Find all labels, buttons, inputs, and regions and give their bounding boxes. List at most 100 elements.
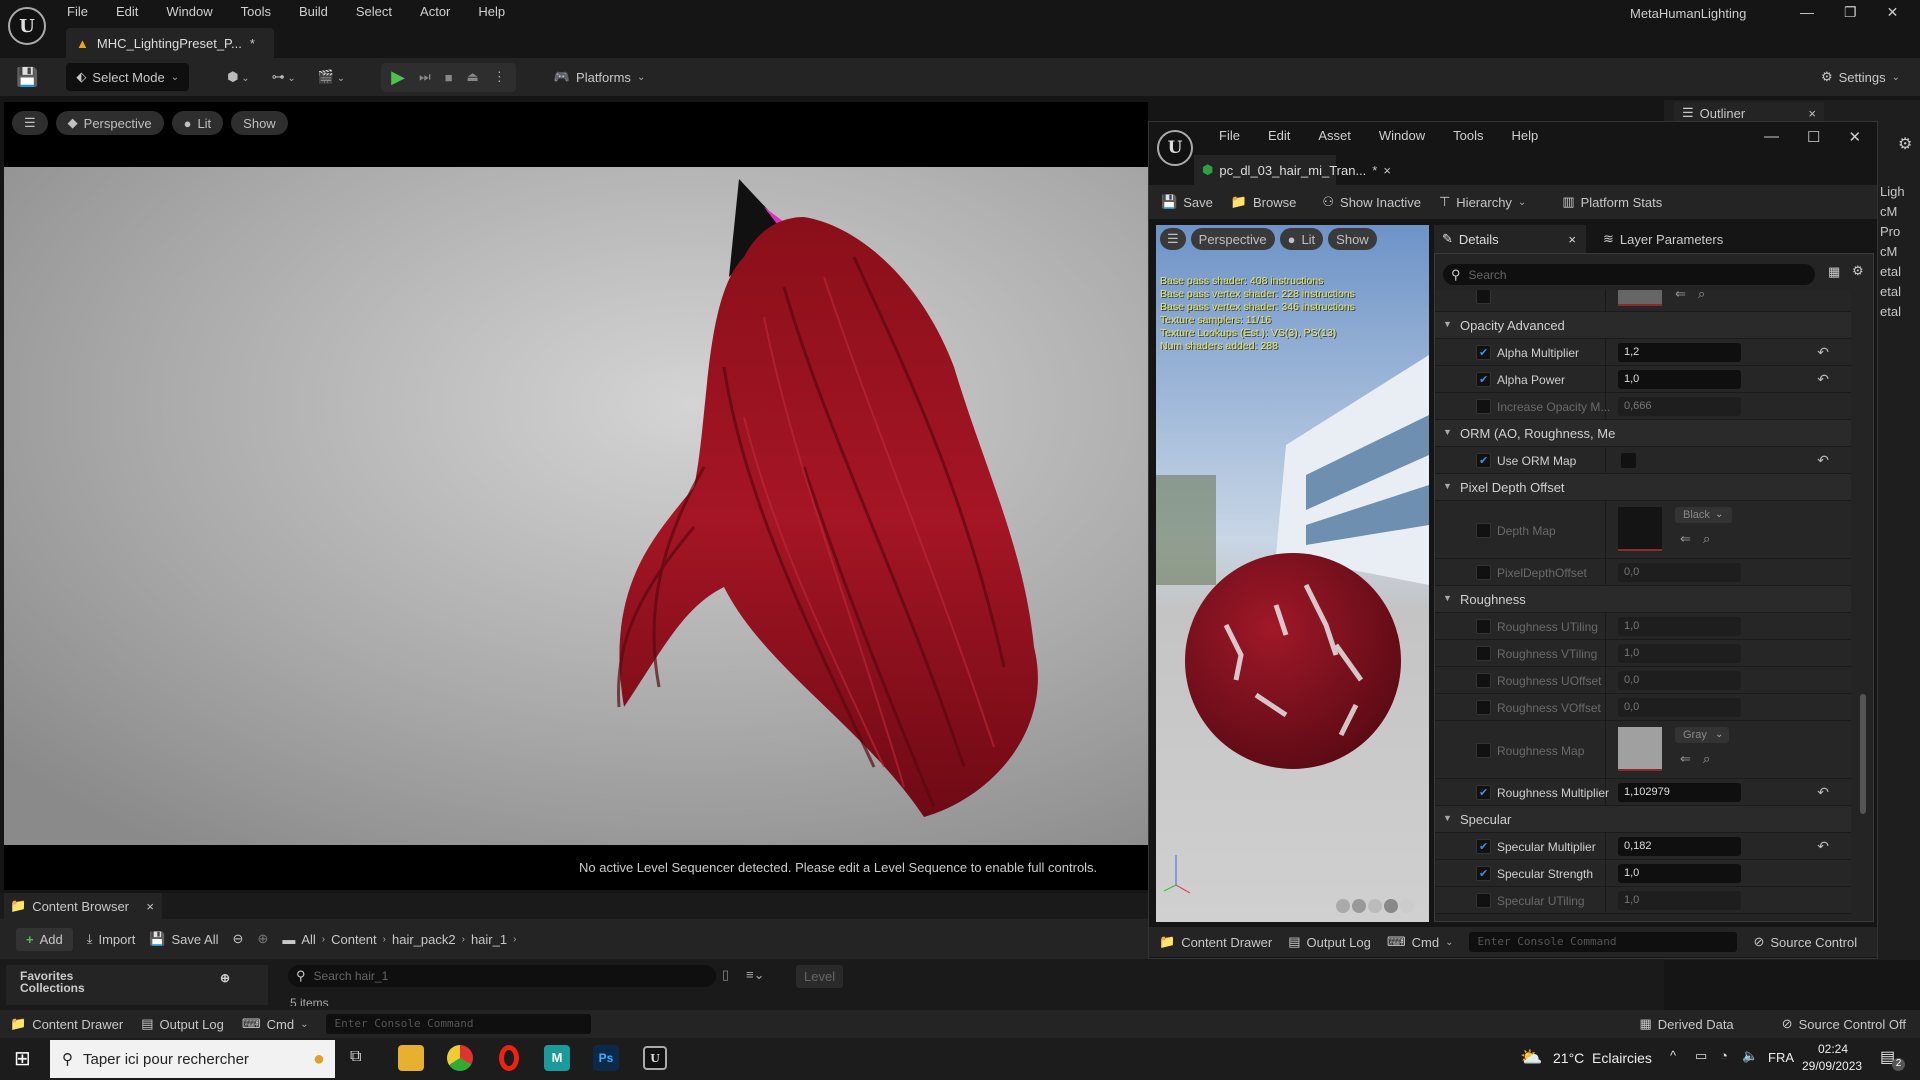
language-indicator[interactable]: FRA: [1768, 1050, 1794, 1065]
source-control-button[interactable]: ⊘ Source Control Off: [1782, 1016, 1906, 1032]
reset-to-default-icon[interactable]: ↶: [1817, 452, 1829, 469]
cmd-button[interactable]: ⌨ Cmd ⌄: [1387, 934, 1454, 950]
override-checkbox[interactable]: [1476, 700, 1491, 715]
opera-icon[interactable]: [499, 1045, 519, 1071]
forward-icon[interactable]: ⊕: [257, 931, 268, 947]
override-checkbox[interactable]: [1476, 522, 1491, 538]
parameter-value-input[interactable]: 0,666: [1618, 397, 1741, 416]
outliner-item[interactable]: Ligh: [1880, 182, 1920, 202]
minimize-icon[interactable]: —: [1764, 128, 1779, 146]
menu-edit[interactable]: Edit: [116, 4, 138, 19]
show-inactive-button[interactable]: ⚇ Show Inactive: [1322, 194, 1421, 210]
maximize-icon[interactable]: ☐: [1807, 128, 1820, 146]
use-selected-icon[interactable]: ⇐: [1675, 290, 1686, 302]
parameter-value-input[interactable]: 1,0: [1618, 617, 1741, 636]
reset-to-default-icon[interactable]: ↶: [1817, 784, 1829, 801]
menu-window[interactable]: Window: [166, 4, 212, 19]
parameter-value-input[interactable]: 0,0: [1618, 563, 1741, 582]
output-log-button[interactable]: ▤ Output Log: [141, 1016, 224, 1032]
settings-button[interactable]: ⚙ Settings ⌄: [1821, 69, 1900, 85]
stop-icon[interactable]: ■: [445, 70, 453, 85]
unreal-taskbar-icon[interactable]: U: [643, 1046, 667, 1070]
maximize-icon[interactable]: ❐: [1844, 4, 1857, 21]
outliner-item[interactable]: cM: [1880, 202, 1920, 222]
cinematics-icon[interactable]: 🎬 ⌄: [318, 69, 345, 85]
override-checkbox[interactable]: [1476, 839, 1491, 854]
menu-file[interactable]: File: [1219, 128, 1240, 143]
override-checkbox[interactable]: [1476, 453, 1491, 468]
outliner-item[interactable]: etal: [1880, 302, 1920, 322]
content-drawer-button[interactable]: 📁 Content Drawer: [1159, 934, 1272, 950]
close-icon[interactable]: ×: [146, 899, 154, 914]
output-log-button[interactable]: ▤ Output Log: [1288, 934, 1371, 950]
gear-icon[interactable]: ⚙: [1852, 263, 1864, 279]
wifi-icon[interactable]: ◔: [1720, 1048, 1728, 1063]
level-tab[interactable]: ▲ MHC_LightingPreset_P... *: [66, 28, 274, 58]
override-checkbox[interactable]: [1476, 785, 1491, 800]
breadcrumb-item[interactable]: hair_1: [471, 932, 507, 947]
breadcrumb-item[interactable]: Content: [331, 932, 377, 947]
unreal-logo[interactable]: U: [1157, 130, 1193, 166]
value-checkbox[interactable]: [1621, 453, 1636, 468]
collapse-arrow-icon[interactable]: ▼: [1443, 593, 1452, 603]
save-button[interactable]: 💾 Save: [1161, 194, 1213, 210]
platforms-button[interactable]: 🎮 Platforms ⌄: [554, 69, 645, 85]
close-icon[interactable]: ✕: [1848, 128, 1861, 146]
layer-parameters-tab[interactable]: ≋ Layer Parameters: [1595, 225, 1723, 253]
outliner-item[interactable]: Pro: [1880, 222, 1920, 242]
add-button[interactable]: + Add: [16, 927, 73, 951]
content-browser-tab[interactable]: 📁 Content Browser ×: [4, 893, 162, 919]
collapse-arrow-icon[interactable]: ▼: [1443, 481, 1452, 491]
level-filter[interactable]: Level: [796, 965, 844, 988]
menu-window[interactable]: Window: [1379, 128, 1425, 143]
material-tab[interactable]: ⬢ pc_dl_03_hair_mi_Tran... * ×: [1194, 155, 1391, 185]
menu-edit[interactable]: Edit: [1268, 128, 1290, 143]
details-scrollbar[interactable]: [1860, 694, 1866, 814]
clock-time[interactable]: 02:24: [1818, 1042, 1848, 1056]
override-checkbox[interactable]: [1476, 646, 1491, 661]
category-header[interactable]: ▼ Roughness: [1435, 586, 1851, 613]
override-checkbox[interactable]: [1476, 565, 1491, 580]
browse-button[interactable]: 📁 Browse: [1231, 194, 1297, 210]
asset-search[interactable]: ⚲ Search hair_1: [288, 965, 716, 987]
filter-icon[interactable]: ≡⌄: [746, 967, 764, 983]
collapse-arrow-icon[interactable]: ▼: [1443, 813, 1452, 823]
breadcrumb-item[interactable]: hair_pack2: [392, 932, 456, 947]
collapse-arrow-icon[interactable]: ▼: [1443, 427, 1452, 437]
category-header[interactable]: ▼ Opacity Advanced: [1435, 312, 1851, 339]
texture-thumbnail[interactable]: [1618, 727, 1662, 771]
source-control-button[interactable]: ⊘ Source Control: [1753, 934, 1857, 950]
parameter-value-input[interactable]: 1,102979: [1618, 783, 1741, 802]
category-header[interactable]: ▼ ORM (AO, Roughness, Me: [1435, 420, 1851, 447]
browse-asset-icon[interactable]: ⌕: [1703, 531, 1710, 547]
level-viewport[interactable]: ☰ ◆ Perspective ● Lit Show No active Level…: [4, 102, 1148, 890]
lit-button[interactable]: ● Lit: [1279, 228, 1324, 250]
override-checkbox[interactable]: [1476, 866, 1491, 881]
add-actor-icon[interactable]: ⬢ ⌄: [227, 69, 250, 85]
save-icon[interactable]: 💾: [16, 67, 38, 88]
parameter-value-input[interactable]: 1,0: [1618, 370, 1741, 389]
close-icon[interactable]: ×: [1383, 163, 1391, 178]
more-icon[interactable]: ⋮: [493, 69, 506, 85]
weather-icon[interactable]: ⛅: [1520, 1047, 1542, 1068]
parameter-value-input[interactable]: 1,0: [1618, 891, 1741, 910]
parameter-value-input[interactable]: 0,0: [1618, 698, 1741, 717]
menu-file[interactable]: File: [67, 4, 88, 19]
use-selected-icon[interactable]: ⇐: [1680, 751, 1691, 767]
reset-to-default-icon[interactable]: ↶: [1817, 838, 1829, 855]
close-icon[interactable]: ×: [1808, 106, 1816, 121]
minimize-icon[interactable]: —: [1800, 4, 1814, 21]
override-checkbox[interactable]: [1476, 673, 1491, 688]
import-button[interactable]: ⤓ Import: [87, 931, 136, 947]
show-button[interactable]: Show: [1328, 228, 1377, 250]
category-header[interactable]: ▼ Pixel Depth Offset: [1435, 474, 1851, 501]
unreal-logo[interactable]: U: [8, 7, 46, 45]
select-mode-button[interactable]: ⬖ Select Mode ⌄: [66, 63, 190, 91]
parameter-value-input[interactable]: 1,2: [1618, 343, 1741, 362]
meet-icon[interactable]: ▭: [1695, 1048, 1707, 1064]
reset-to-default-icon[interactable]: ↶: [1817, 371, 1829, 388]
override-checkbox[interactable]: [1476, 345, 1491, 360]
menu-help[interactable]: Help: [1511, 128, 1538, 143]
clock-date[interactable]: 29/09/2023: [1802, 1059, 1862, 1073]
save-all-button[interactable]: 💾 Save All: [149, 931, 218, 947]
